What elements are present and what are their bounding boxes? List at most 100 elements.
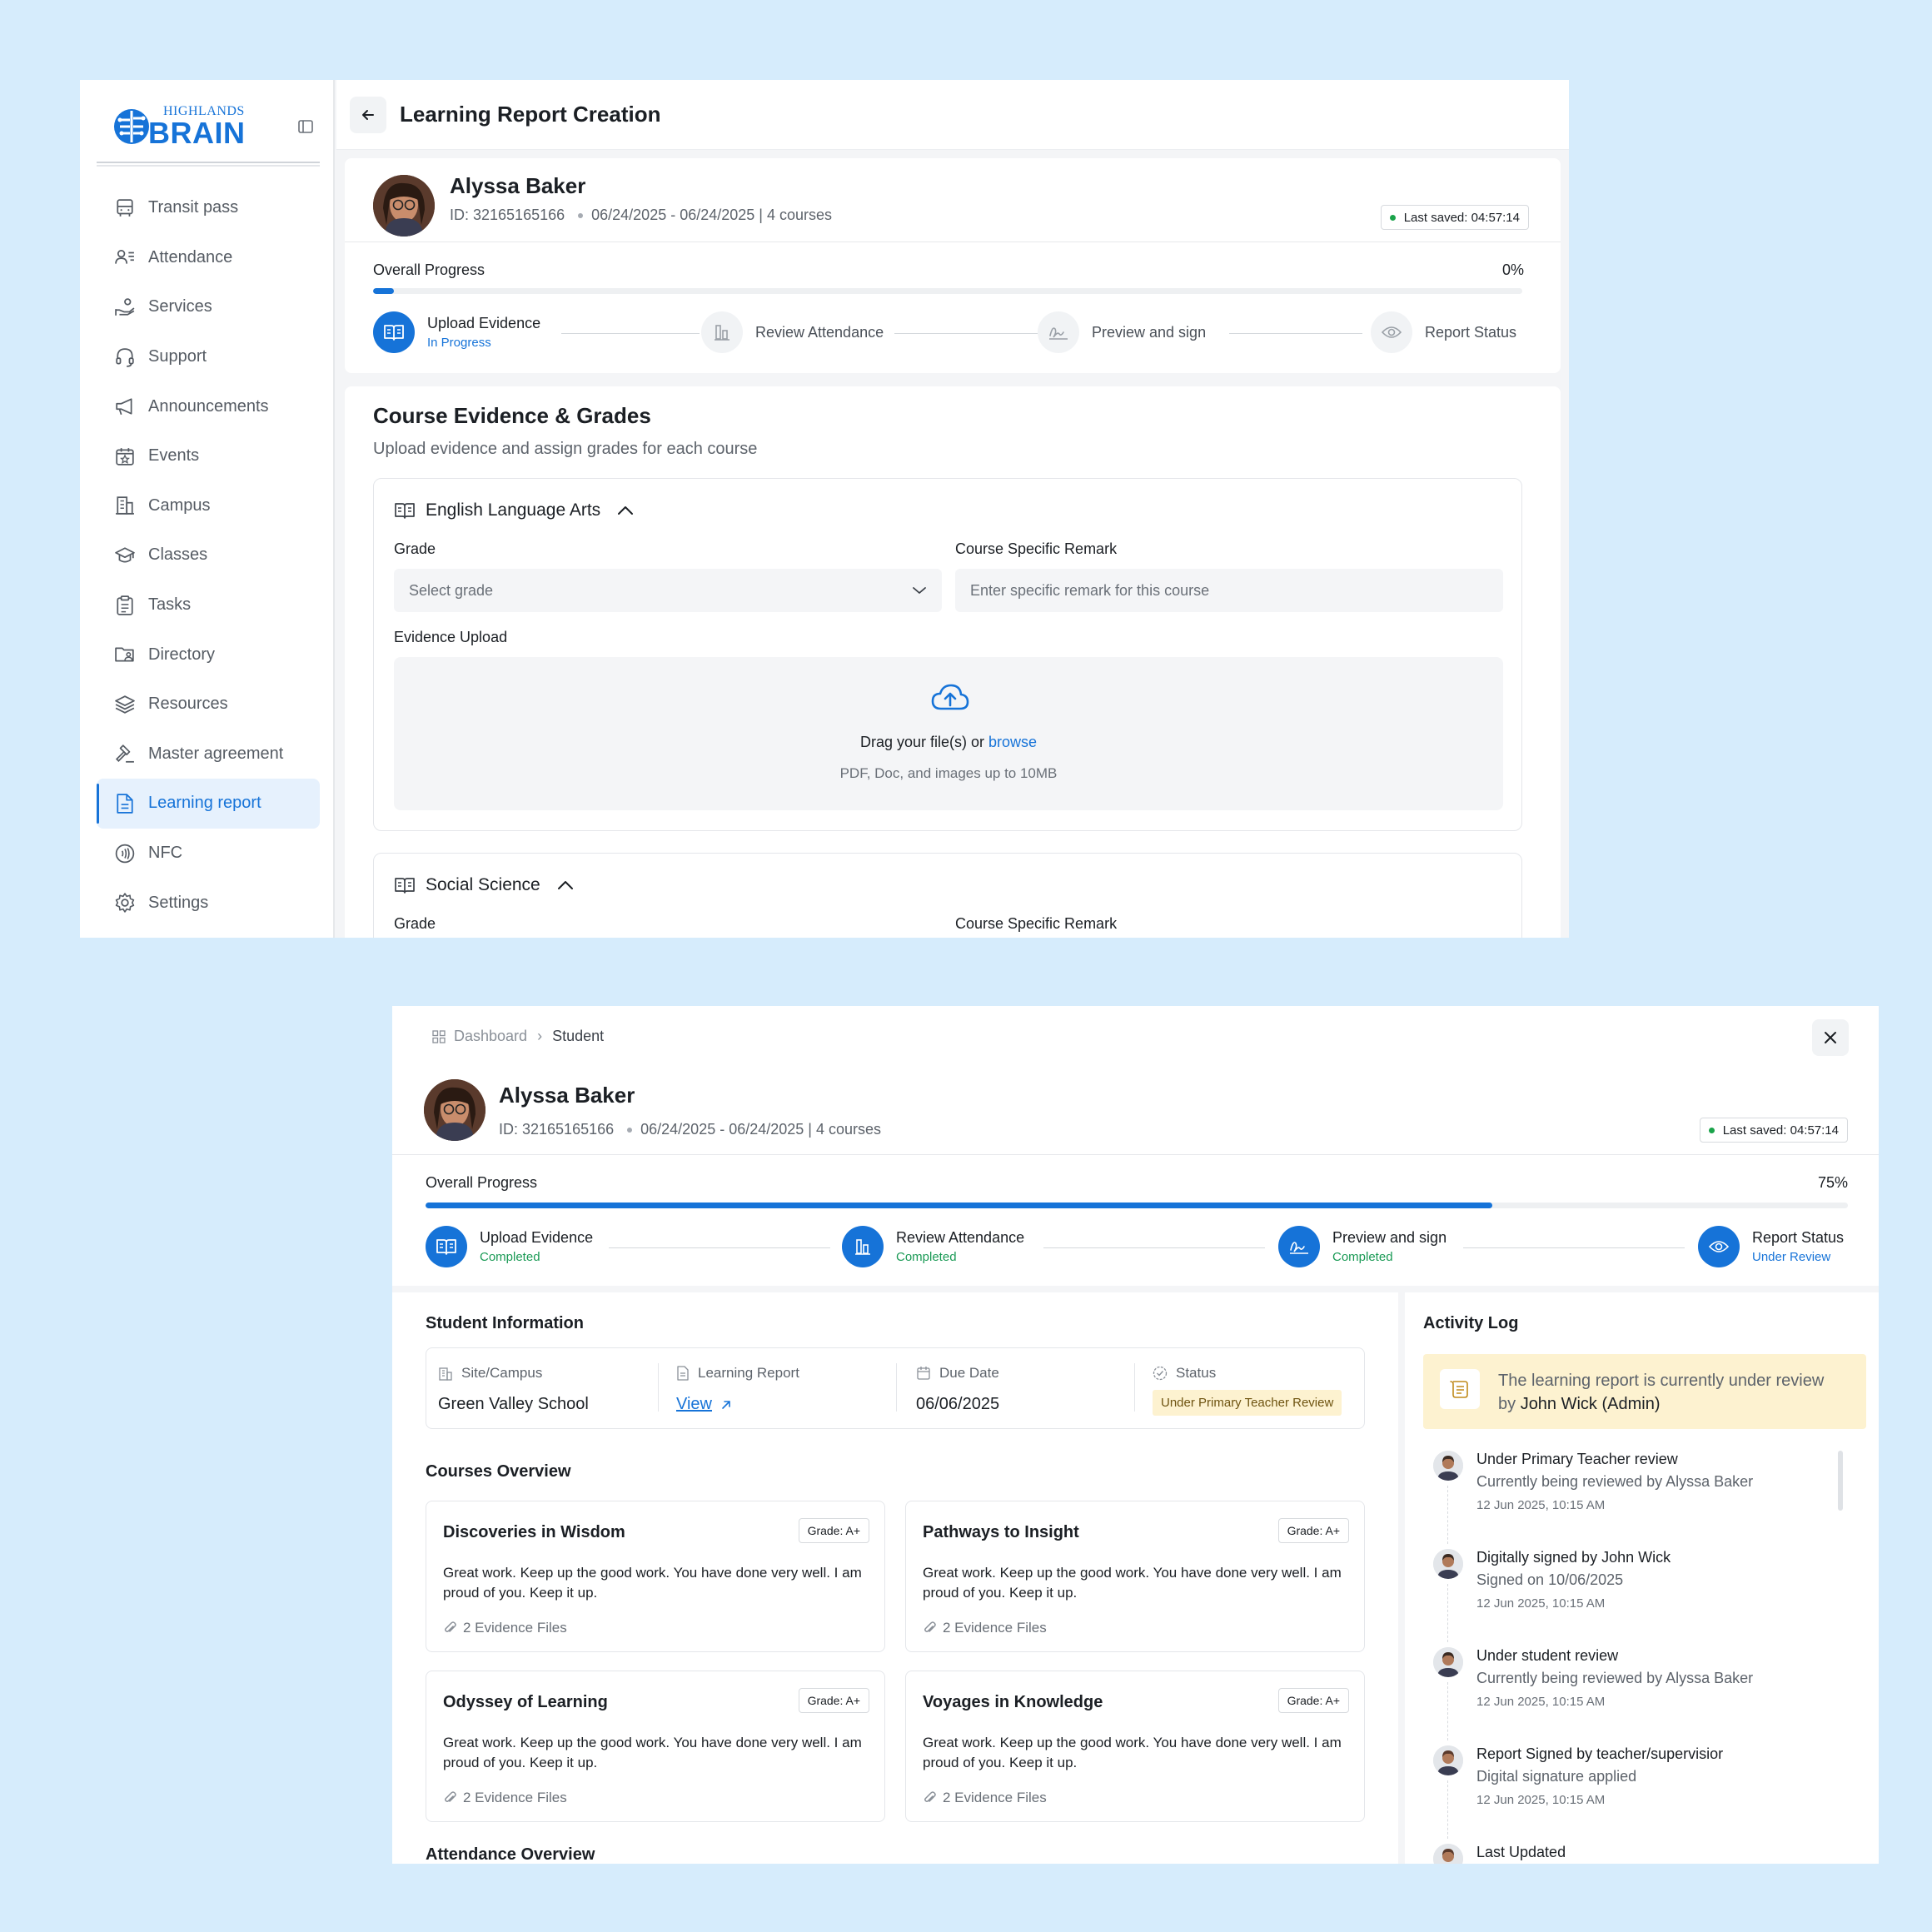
student-avatar [373,175,435,237]
overall-progress-bar [373,288,1522,294]
sidebar-item-settings[interactable]: Settings [97,878,320,928]
report-label: Learning Report [676,1365,799,1382]
step-name: Upload Evidence [427,315,541,331]
status-label: Status [1153,1365,1216,1382]
sidebar-item-campus[interactable]: Campus [97,481,320,531]
report-details-panel: Student Information Site/Campus Green Va… [392,1292,1398,1864]
notice-icon-box [1440,1369,1480,1409]
grade-label: Grade [394,540,436,557]
sidebar-item-label: NFC [148,844,183,863]
close-button[interactable] [1812,1019,1849,1056]
course-grade-badge: Grade: A+ [1277,1688,1349,1713]
step-circle [373,311,415,353]
course-card[interactable]: Odyssey of Learning Grade: A+ Great work. … [426,1671,885,1822]
sidebar-item-master-agreement[interactable]: Master agreement [97,729,320,779]
evidence-files-link[interactable]: 2 Evidence Files [923,1620,1047,1636]
gear-icon [115,893,135,913]
info-divider [896,1363,897,1412]
learning-report-field: Learning Report View [676,1348,893,1428]
sidebar-item-resources[interactable]: Resources [97,680,320,729]
step-upload-evidence[interactable]: Upload Evidence In Progress [373,311,540,353]
learning-report-creation-screen: HIGHLANDS BRAIN Transit pass Attendance Se… [80,80,1569,938]
sidebar-collapse-button[interactable] [298,120,313,133]
activity-time: 12 Jun 2025, 10:15 AM [1476,1695,1606,1709]
step-preview-sign[interactable]: Preview and sign [1038,311,1206,353]
section-subtitle: Upload evidence and assign grades for ea… [373,440,758,458]
sidebar-item-classes[interactable]: Classes [97,530,320,580]
sidebar-item-services[interactable]: Services [97,282,320,332]
sidebar-item-tasks[interactable]: Tasks [97,580,320,630]
sidebar-item-announcements[interactable]: Announcements [97,381,320,431]
step-name: Upload Evidence [480,1229,594,1246]
student-dates: 06/24/2025 - 06/24/2025 | 4 courses [640,1121,882,1138]
course-card[interactable]: Discoveries in Wisdom Grade: A+ Great work… [426,1501,885,1652]
chevron-up-icon[interactable] [557,880,574,890]
course-header[interactable]: Social Science [394,875,584,895]
student-name: Alyssa Baker [499,1083,635,1108]
step-preview-sign[interactable]: Preview and sign Completed [1278,1226,1447,1267]
activity-scrollbar[interactable] [1838,1451,1843,1511]
signature-icon [1049,327,1068,340]
browse-link[interactable]: browse [988,734,1037,750]
course-header[interactable]: English Language Arts [394,500,644,520]
view-report-link[interactable]: View [676,1395,732,1414]
remark-input[interactable]: Enter specific remark for this course [955,569,1503,612]
eye-icon [1382,326,1402,338]
sidebar-item-learning-report[interactable]: Learning report [97,779,320,829]
paperclip-icon [924,1791,936,1802]
due-value: 06/06/2025 [916,1395,1000,1413]
saved-status-dot [1389,214,1396,221]
step-upload-evidence[interactable]: Upload Evidence Completed [426,1226,593,1267]
brand-logo[interactable]: HIGHLANDS BRAIN [112,105,246,148]
student-name: Alyssa Baker [450,173,586,198]
step-connector [1229,333,1362,334]
sidebar-item-events[interactable]: Events [97,431,320,481]
sidebar-item-directory[interactable]: Directory [97,630,320,680]
sidebar-item-attendance[interactable]: Attendance [97,233,320,283]
arrow-left-icon [362,110,374,120]
grade-select[interactable]: Select grade [394,569,942,612]
activity-time: 12 Jun 2025, 10:15 AM [1476,1498,1606,1512]
evidence-dropzone[interactable]: Drag your file(s) or browse PDF, Doc, an… [394,657,1503,810]
evidence-files-link[interactable]: 2 Evidence Files [443,1790,567,1806]
remark-label: Course Specific Remark [955,540,1118,557]
user-avatar-icon [1433,1451,1463,1481]
sidebar-item-label: Master agreement [148,744,284,763]
student-info-title: Student Information [426,1314,584,1332]
timeline-connector [1447,1682,1448,1740]
sidebar-item-label: Campus [148,495,211,515]
course-card[interactable]: Voyages in Knowledge Grade: A+ Great work.… [905,1671,1365,1822]
student-id: ID: 32165165166 [450,207,565,223]
overall-progress-value: 0% [1501,261,1524,278]
evidence-files-link[interactable]: 2 Evidence Files [443,1620,567,1636]
notice-reviewer: John Wick (Admin) [1520,1395,1661,1413]
course-card[interactable]: Pathways to Insight Grade: A+ Great work. … [905,1501,1365,1652]
back-button[interactable] [350,97,386,133]
brain-logo-icon [114,109,149,144]
sidebar-item-transit-pass[interactable]: Transit pass [97,183,320,233]
overall-progress-value: 75% [1817,1174,1848,1191]
activity-title: Last Updated [1476,1844,1566,1860]
student-dates: 06/24/2025 - 06/24/2025 | 4 courses [591,207,833,223]
step-report-status[interactable]: Report Status Under Review [1698,1226,1844,1267]
step-review-attendance[interactable]: Review Attendance Completed [842,1226,1024,1267]
due-label: Due Date [916,1365,999,1382]
breadcrumb-root[interactable]: Dashboard [454,1028,527,1045]
timeline-connector [1447,1584,1448,1642]
sidebar-item-support[interactable]: Support [97,332,320,382]
paperclip-icon [445,1621,456,1632]
course-panel-english: English Language Arts Grade Course Speci… [373,478,1522,831]
step-circle [1278,1226,1320,1267]
evidence-upload-label: Evidence Upload [394,629,508,645]
sidebar-item-nfc[interactable]: NFC [97,829,320,879]
evidence-files-link[interactable]: 2 Evidence Files [923,1790,1047,1806]
scroll-icon [1450,1381,1468,1398]
step-connector [561,333,700,334]
chevron-up-icon[interactable] [617,505,634,515]
step-connector [609,1247,830,1248]
step-report-status[interactable]: Report Status [1371,311,1516,353]
activity-time: 12 Jun 2025, 10:15 AM [1476,1596,1606,1611]
step-review-attendance[interactable]: Review Attendance [701,311,884,353]
section-title: Course Evidence & Grades [373,403,651,428]
attendance-overview-title: Attendance Overview [426,1845,595,1864]
